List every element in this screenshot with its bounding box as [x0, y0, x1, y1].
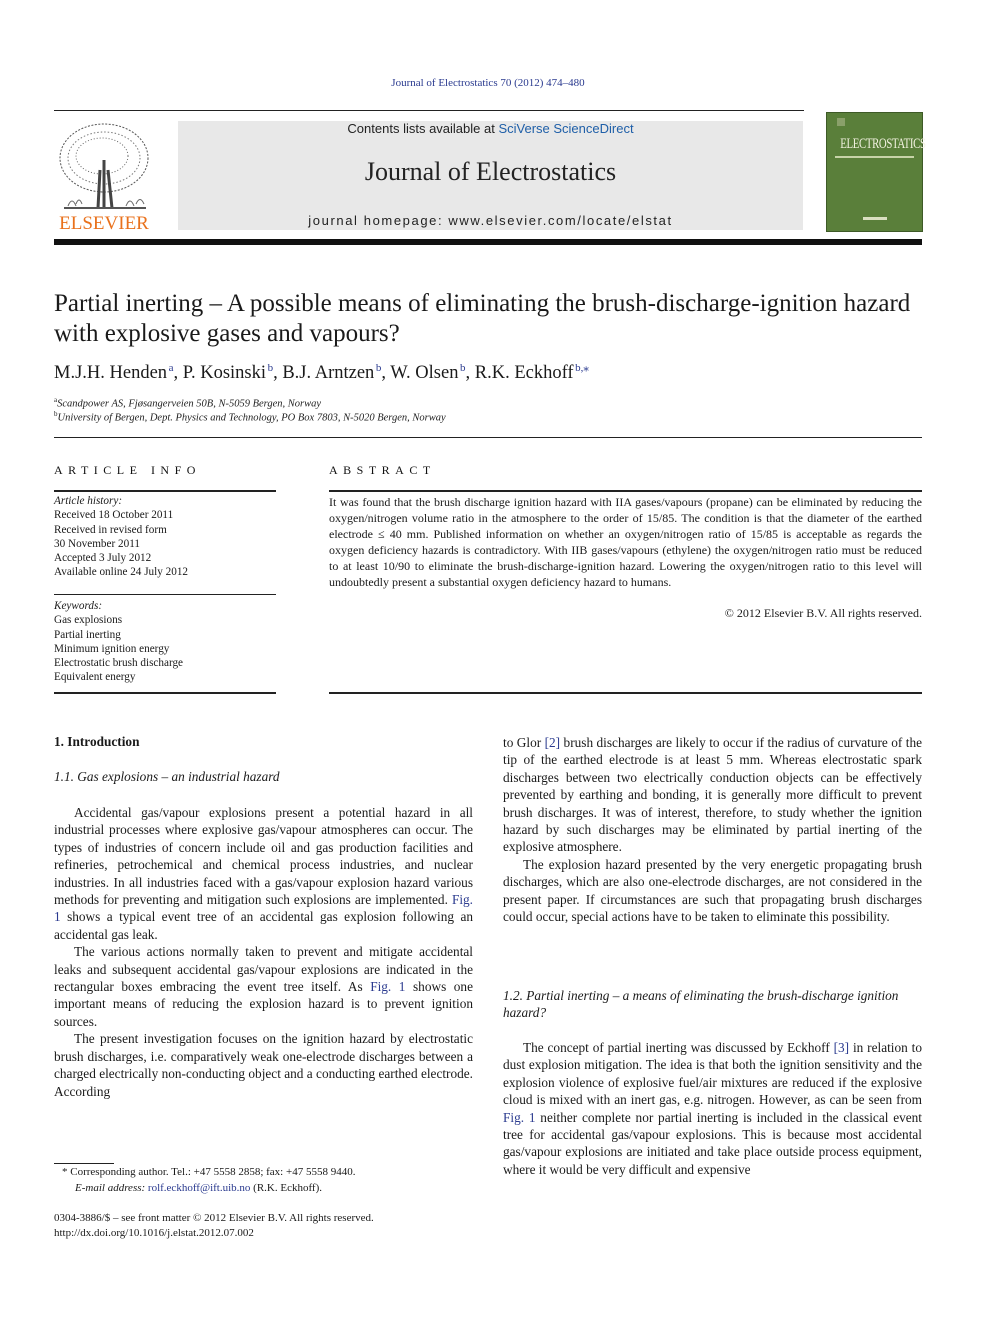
author[interactable]: W. Olsen b: [390, 362, 466, 383]
history-item: Available online 24 July 2012: [54, 566, 189, 579]
divider: [54, 692, 276, 694]
keyword-item: Gas explosions: [54, 614, 123, 627]
paragraph: The explosion hazard presented by the ve…: [503, 856, 922, 926]
author-affiliation-mark[interactable]: b,⁎: [575, 362, 589, 374]
journal-reference-link[interactable]: Journal of Electrostatics 70 (2012) 474–…: [391, 77, 584, 89]
figure-link[interactable]: Fig. 1: [370, 979, 405, 994]
article-title: Partial inerting – A possible means of e…: [54, 290, 911, 347]
author-affiliation-mark[interactable]: b: [460, 362, 466, 374]
paragraph: The various actions normally taken to pr…: [54, 943, 473, 1030]
journal-title: Journal of Electrostatics: [364, 157, 617, 186]
journal-cover-thumbnail[interactable]: ELECTROSTATICS: [826, 112, 926, 232]
abstract-heading: ABSTRACT: [329, 463, 436, 477]
author-name[interactable]: R.K. Eckhoff: [475, 363, 574, 383]
divider: [329, 692, 922, 694]
affiliation-text: Scandpower AS, Fjøsangerveien 50B, N-505…: [57, 398, 322, 410]
keyword-item: Electrostatic brush discharge: [54, 657, 184, 670]
author-name[interactable]: P. Kosinski: [183, 363, 266, 383]
article-history: Article history: Received 18 October 201…: [54, 494, 188, 580]
figure-link[interactable]: Fig. 1: [503, 1110, 536, 1125]
elsevier-wordmark: ELSEVIER: [59, 213, 149, 232]
email-suffix: (R.K. Eckhoff).: [250, 1182, 323, 1194]
affiliation-a: aScandpower AS, Fjøsangerveien 50B, N-50…: [54, 396, 321, 410]
author[interactable]: R.K. Eckhoff b,⁎: [475, 362, 589, 383]
paragraph: to Glor [2] brush discharges are likely …: [503, 734, 922, 856]
divider: [329, 490, 922, 492]
paragraph-text: The explosion hazard presented by the ve…: [503, 856, 922, 925]
keyword-item: Minimum ignition energy: [54, 642, 170, 655]
author[interactable]: B.J. Arntzen b: [282, 362, 382, 383]
sciencedirect-link[interactable]: SciVerse ScienceDirect: [498, 121, 633, 136]
abstract-copyright: © 2012 Elsevier B.V. All rights reserved…: [724, 606, 922, 620]
elsevier-logo: ELSEVIER: [54, 120, 154, 234]
paragraph-text: brush discharges are likely to occur if …: [503, 735, 922, 855]
elsevier-tree-icon: ELSEVIER: [59, 123, 149, 234]
paragraph: The present investigation focuses on the…: [54, 1030, 473, 1100]
journal-reference[interactable]: Journal of Electrostatics 70 (2012) 474–…: [0, 77, 976, 89]
divider: [54, 490, 276, 492]
subsection-heading: 1.1. Gas explosions – an industrial haza…: [54, 769, 280, 784]
right-column-text-bottom: The concept of partial inerting was disc…: [503, 1039, 922, 1178]
history-item: Accepted 3 July 2012: [54, 552, 152, 565]
affiliation-b: bUniversity of Bergen, Dept. Physics and…: [54, 410, 446, 424]
paragraph: Accidental gas/vapour explosions present…: [54, 804, 473, 943]
history-item: 30 November 2011: [54, 537, 140, 550]
author-affiliation-mark[interactable]: b: [268, 362, 274, 374]
header-thick-rule: [54, 239, 922, 245]
corresponding-author-note: * Corresponding author. Tel.: +47 5558 2…: [62, 1166, 356, 1178]
divider: [54, 437, 922, 438]
contents-line: Contents lists available at SciVerse Sci…: [178, 121, 803, 136]
author-name[interactable]: B.J. Arntzen: [282, 363, 374, 383]
author[interactable]: M.J.H. Henden a: [54, 362, 174, 383]
cover-logo-icon: [837, 118, 845, 126]
cover-title: ELECTROSTATICS: [840, 136, 926, 152]
article-history-label: Article history:: [54, 495, 123, 507]
paragraph-text: Accidental gas/vapour explosions present…: [54, 805, 473, 908]
author-name[interactable]: M.J.H. Henden: [54, 363, 167, 383]
history-item: Received 18 October 2011: [54, 509, 174, 522]
doi-link[interactable]: http://dx.doi.org/10.1016/j.elstat.2012.…: [54, 1226, 254, 1241]
keyword-item: Equivalent energy: [54, 671, 136, 684]
affiliation-text: University of Bergen, Dept. Physics and …: [57, 412, 446, 424]
paragraph-text: The concept of partial inerting was disc…: [523, 1040, 834, 1055]
paragraph-text: The present investigation focuses on the…: [54, 1031, 473, 1099]
author-affiliation-mark[interactable]: b: [376, 362, 382, 374]
history-item: Received in revised form: [54, 523, 167, 536]
right-column-text-top: to Glor [2] brush discharges are likely …: [503, 734, 922, 925]
paragraph: The concept of partial inerting was disc…: [503, 1039, 922, 1178]
reference-link[interactable]: [2]: [545, 735, 561, 750]
front-matter-note: 0304-3886/$ – see front matter © 2012 El…: [54, 1212, 374, 1224]
keywords: Keywords: Gas explosions Partial inertin…: [54, 599, 183, 685]
left-column-text: Accidental gas/vapour explosions present…: [54, 804, 473, 1100]
abstract-text: It was found that the brush discharge ig…: [329, 495, 922, 589]
paragraph-text: neither complete nor partial inerting is…: [503, 1109, 922, 1177]
keywords-label: Keywords:: [54, 600, 103, 612]
author-affiliation-mark[interactable]: a: [169, 362, 174, 374]
footnote-rule: [54, 1163, 114, 1164]
paragraph-text: shows a typical event tree of an acciden…: [54, 909, 473, 942]
section-heading: 1. Introduction: [54, 734, 140, 749]
author-list: M.J.H. Henden a, P. Kosinski b, B.J. Arn…: [54, 362, 589, 384]
email-note: E-mail address: rolf.eckhoff@ift.uib.no …: [75, 1181, 322, 1196]
author-name[interactable]: W. Olsen: [390, 363, 458, 383]
email-label: E-mail address:: [75, 1182, 148, 1194]
keyword-item: Partial inerting: [54, 628, 121, 641]
cover-subtitle-bar: [835, 156, 914, 158]
header-top-rule: [54, 110, 804, 111]
email-link[interactable]: rolf.eckhoff@ift.uib.no: [148, 1182, 251, 1194]
contents-prefix: Contents lists available at: [347, 121, 499, 136]
cover-publisher-mark: [863, 217, 887, 220]
article-info-heading: ARTICLE INFO: [54, 463, 201, 477]
journal-homepage[interactable]: journal homepage: www.elsevier.com/locat…: [178, 213, 803, 228]
reference-link[interactable]: [3]: [834, 1040, 850, 1055]
subsection-heading: 1.2. Partial inerting – a means of elimi…: [503, 988, 899, 1021]
author[interactable]: P. Kosinski b: [183, 362, 274, 383]
journal-banner: Contents lists available at SciVerse Sci…: [178, 121, 803, 230]
divider: [54, 594, 276, 595]
paragraph-text: to Glor: [503, 735, 545, 750]
